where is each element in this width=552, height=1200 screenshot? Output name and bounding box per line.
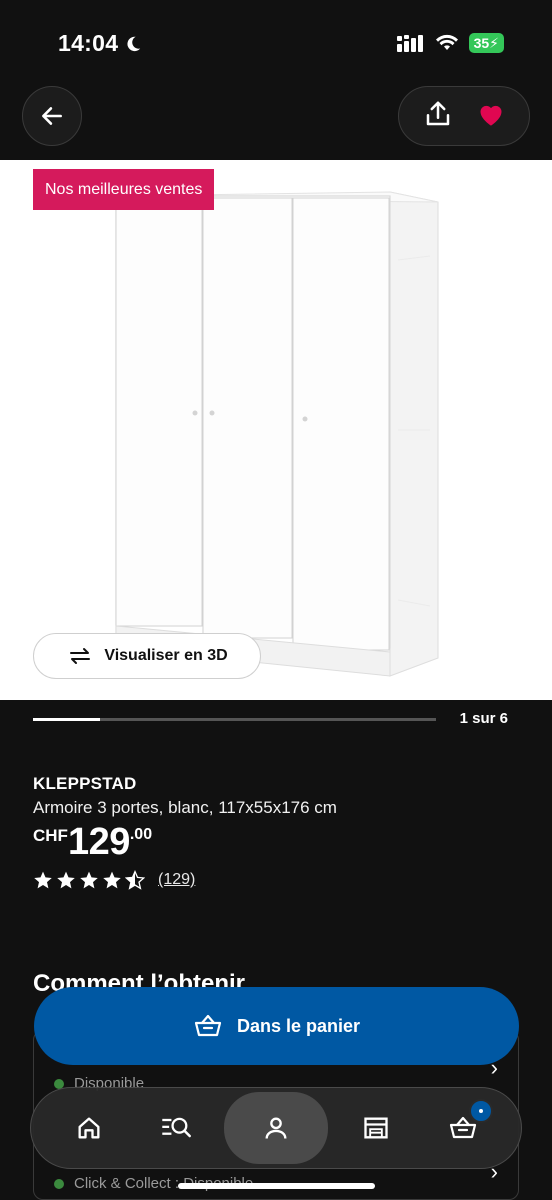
arrow-left-icon xyxy=(42,107,62,125)
status-bar: 14:04 35⚡ xyxy=(0,0,552,90)
price-decimals: .00 xyxy=(129,826,153,843)
review-count-link[interactable]: (129) xyxy=(158,871,195,889)
home-icon xyxy=(78,1117,100,1139)
product-name: KLEPPSTAD xyxy=(33,774,137,793)
signal-icon xyxy=(396,35,423,52)
price-currency: CHF xyxy=(33,826,68,845)
product-rating[interactable]: (129) xyxy=(33,870,519,890)
clock-text: 14:04 xyxy=(58,30,119,56)
basket-icon xyxy=(194,1014,222,1037)
carousel-progress xyxy=(33,718,101,721)
nav-home[interactable] xyxy=(49,1093,129,1163)
heart-icon xyxy=(480,105,502,126)
cart-badge xyxy=(469,1099,494,1123)
nav-stores[interactable] xyxy=(336,1093,416,1163)
bottom-navigation xyxy=(30,1087,522,1169)
actions-pill xyxy=(398,86,530,146)
search-icon xyxy=(162,1117,192,1138)
available-dot-icon xyxy=(54,1178,64,1189)
back-button[interactable] xyxy=(22,86,82,146)
home-indicator xyxy=(178,1183,375,1189)
add-to-cart-label: Dans le panier xyxy=(236,1015,361,1036)
battery-indicator: 35⚡ xyxy=(468,33,504,53)
status-indicators: 35⚡ xyxy=(396,33,504,53)
top-bar xyxy=(0,84,552,160)
status-time: 14:04 xyxy=(58,30,142,57)
product-price: CHF 129 .00 xyxy=(33,822,519,862)
star-icon xyxy=(57,871,75,889)
favorite-button[interactable] xyxy=(477,101,505,132)
view-3d-button[interactable]: Visualiser en 3D xyxy=(33,633,261,679)
image-counter: 1 sur 6 xyxy=(459,710,508,727)
rotate-3d-icon xyxy=(70,648,91,664)
share-button[interactable] xyxy=(423,99,453,134)
battery-level: 35 xyxy=(473,35,490,51)
product-info: KLEPPSTAD Armoire 3 portes, blanc, 117x5… xyxy=(33,774,519,890)
moon-icon xyxy=(127,36,141,51)
nav-search[interactable] xyxy=(136,1093,216,1163)
store-icon xyxy=(363,1117,388,1139)
product-image[interactable]: Nos meilleures ventes Visualiser en 3D xyxy=(0,160,552,700)
wifi-icon xyxy=(435,34,458,50)
star-icon xyxy=(103,871,121,889)
star-icon xyxy=(80,871,98,889)
share-icon xyxy=(426,101,450,125)
account-icon xyxy=(265,1117,287,1139)
star-icon xyxy=(34,871,52,889)
add-to-cart-button[interactable]: Dans le panier xyxy=(34,987,519,1065)
wardrobe-image xyxy=(115,191,439,677)
carousel-track xyxy=(33,718,436,721)
nav-cart[interactable] xyxy=(423,1093,503,1163)
price-main: 129 xyxy=(67,821,130,863)
product-description: Armoire 3 portes, blanc, 117x55x176 cm xyxy=(33,798,337,817)
view-3d-label: Visualiser en 3D xyxy=(104,647,228,664)
nav-account[interactable] xyxy=(223,1092,328,1164)
half-star-icon xyxy=(125,870,145,890)
image-carousel-indicator: 1 sur 6 xyxy=(33,707,519,731)
bestseller-badge: Nos meilleures ventes xyxy=(33,169,215,210)
